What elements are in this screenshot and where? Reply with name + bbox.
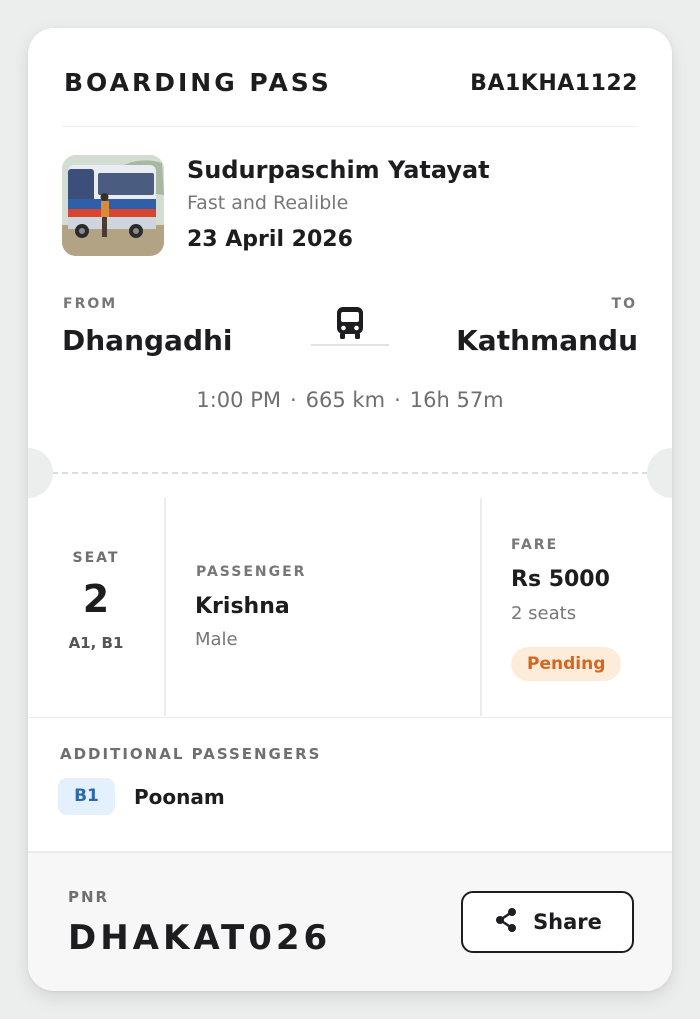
fare-amount: Rs 5000 [511,567,610,592]
page-title: BOARDING PASS [64,68,332,97]
travel-date: 23 April 2026 [187,227,353,252]
meta-separator: · [289,388,297,412]
seat-label: SEAT [72,550,120,566]
additional-passenger-seat: B1 [58,778,115,815]
to-city: Kathmandu [456,324,638,357]
booking-code: BA1KHA1122 [470,71,638,96]
seat-count: 2 [82,577,110,621]
to-label: TO [611,296,637,312]
operator-name: Sudurpaschim Yatayat [187,156,490,184]
from-label: FROM [63,296,118,312]
ticket-notch-left [28,448,53,498]
status-badge: Pending [511,647,622,681]
fare-label: FARE [511,537,559,553]
additional-passengers-label: ADDITIONAL PASSENGERS [60,745,322,763]
share-label: Share [533,910,602,934]
header-divider [62,126,638,127]
bus-photo [62,155,164,256]
column-divider [480,498,482,716]
from-city: Dhangadhi [62,324,233,357]
bus-icon [335,306,365,340]
operator-tagline: Fast and Realible [187,192,349,214]
additional-passenger-name: Poonam [134,785,225,809]
seat-section: SEAT 2 A1, B1 [28,550,164,652]
passenger-gender: Male [195,629,238,650]
trip-distance: 665 km [305,388,386,412]
route-line [311,344,389,346]
section-divider [28,717,672,718]
passenger-name: Krishna [195,594,290,619]
pnr-value: DHAKAT026 [68,918,332,958]
pnr-label: PNR [68,888,110,906]
ticket-perforation [52,472,648,474]
ticket-notch-right [647,448,672,498]
meta-separator: · [394,388,401,412]
passenger-label: PASSENGER [196,564,307,580]
trip-meta: 1:00 PM · 665 km · 16h 57m [28,388,672,412]
boarding-pass-card: BOARDING PASS BA1KHA1122 Sudurpaschim Ya… [28,28,672,991]
fare-seat-count: 2 seats [511,603,577,624]
trip-duration: 16h 57m [409,388,504,412]
share-button[interactable]: Share [461,891,634,953]
column-divider [164,498,166,716]
seat-numbers: A1, B1 [68,634,124,652]
share-icon [493,907,519,937]
departure-time: 1:00 PM [196,388,281,412]
